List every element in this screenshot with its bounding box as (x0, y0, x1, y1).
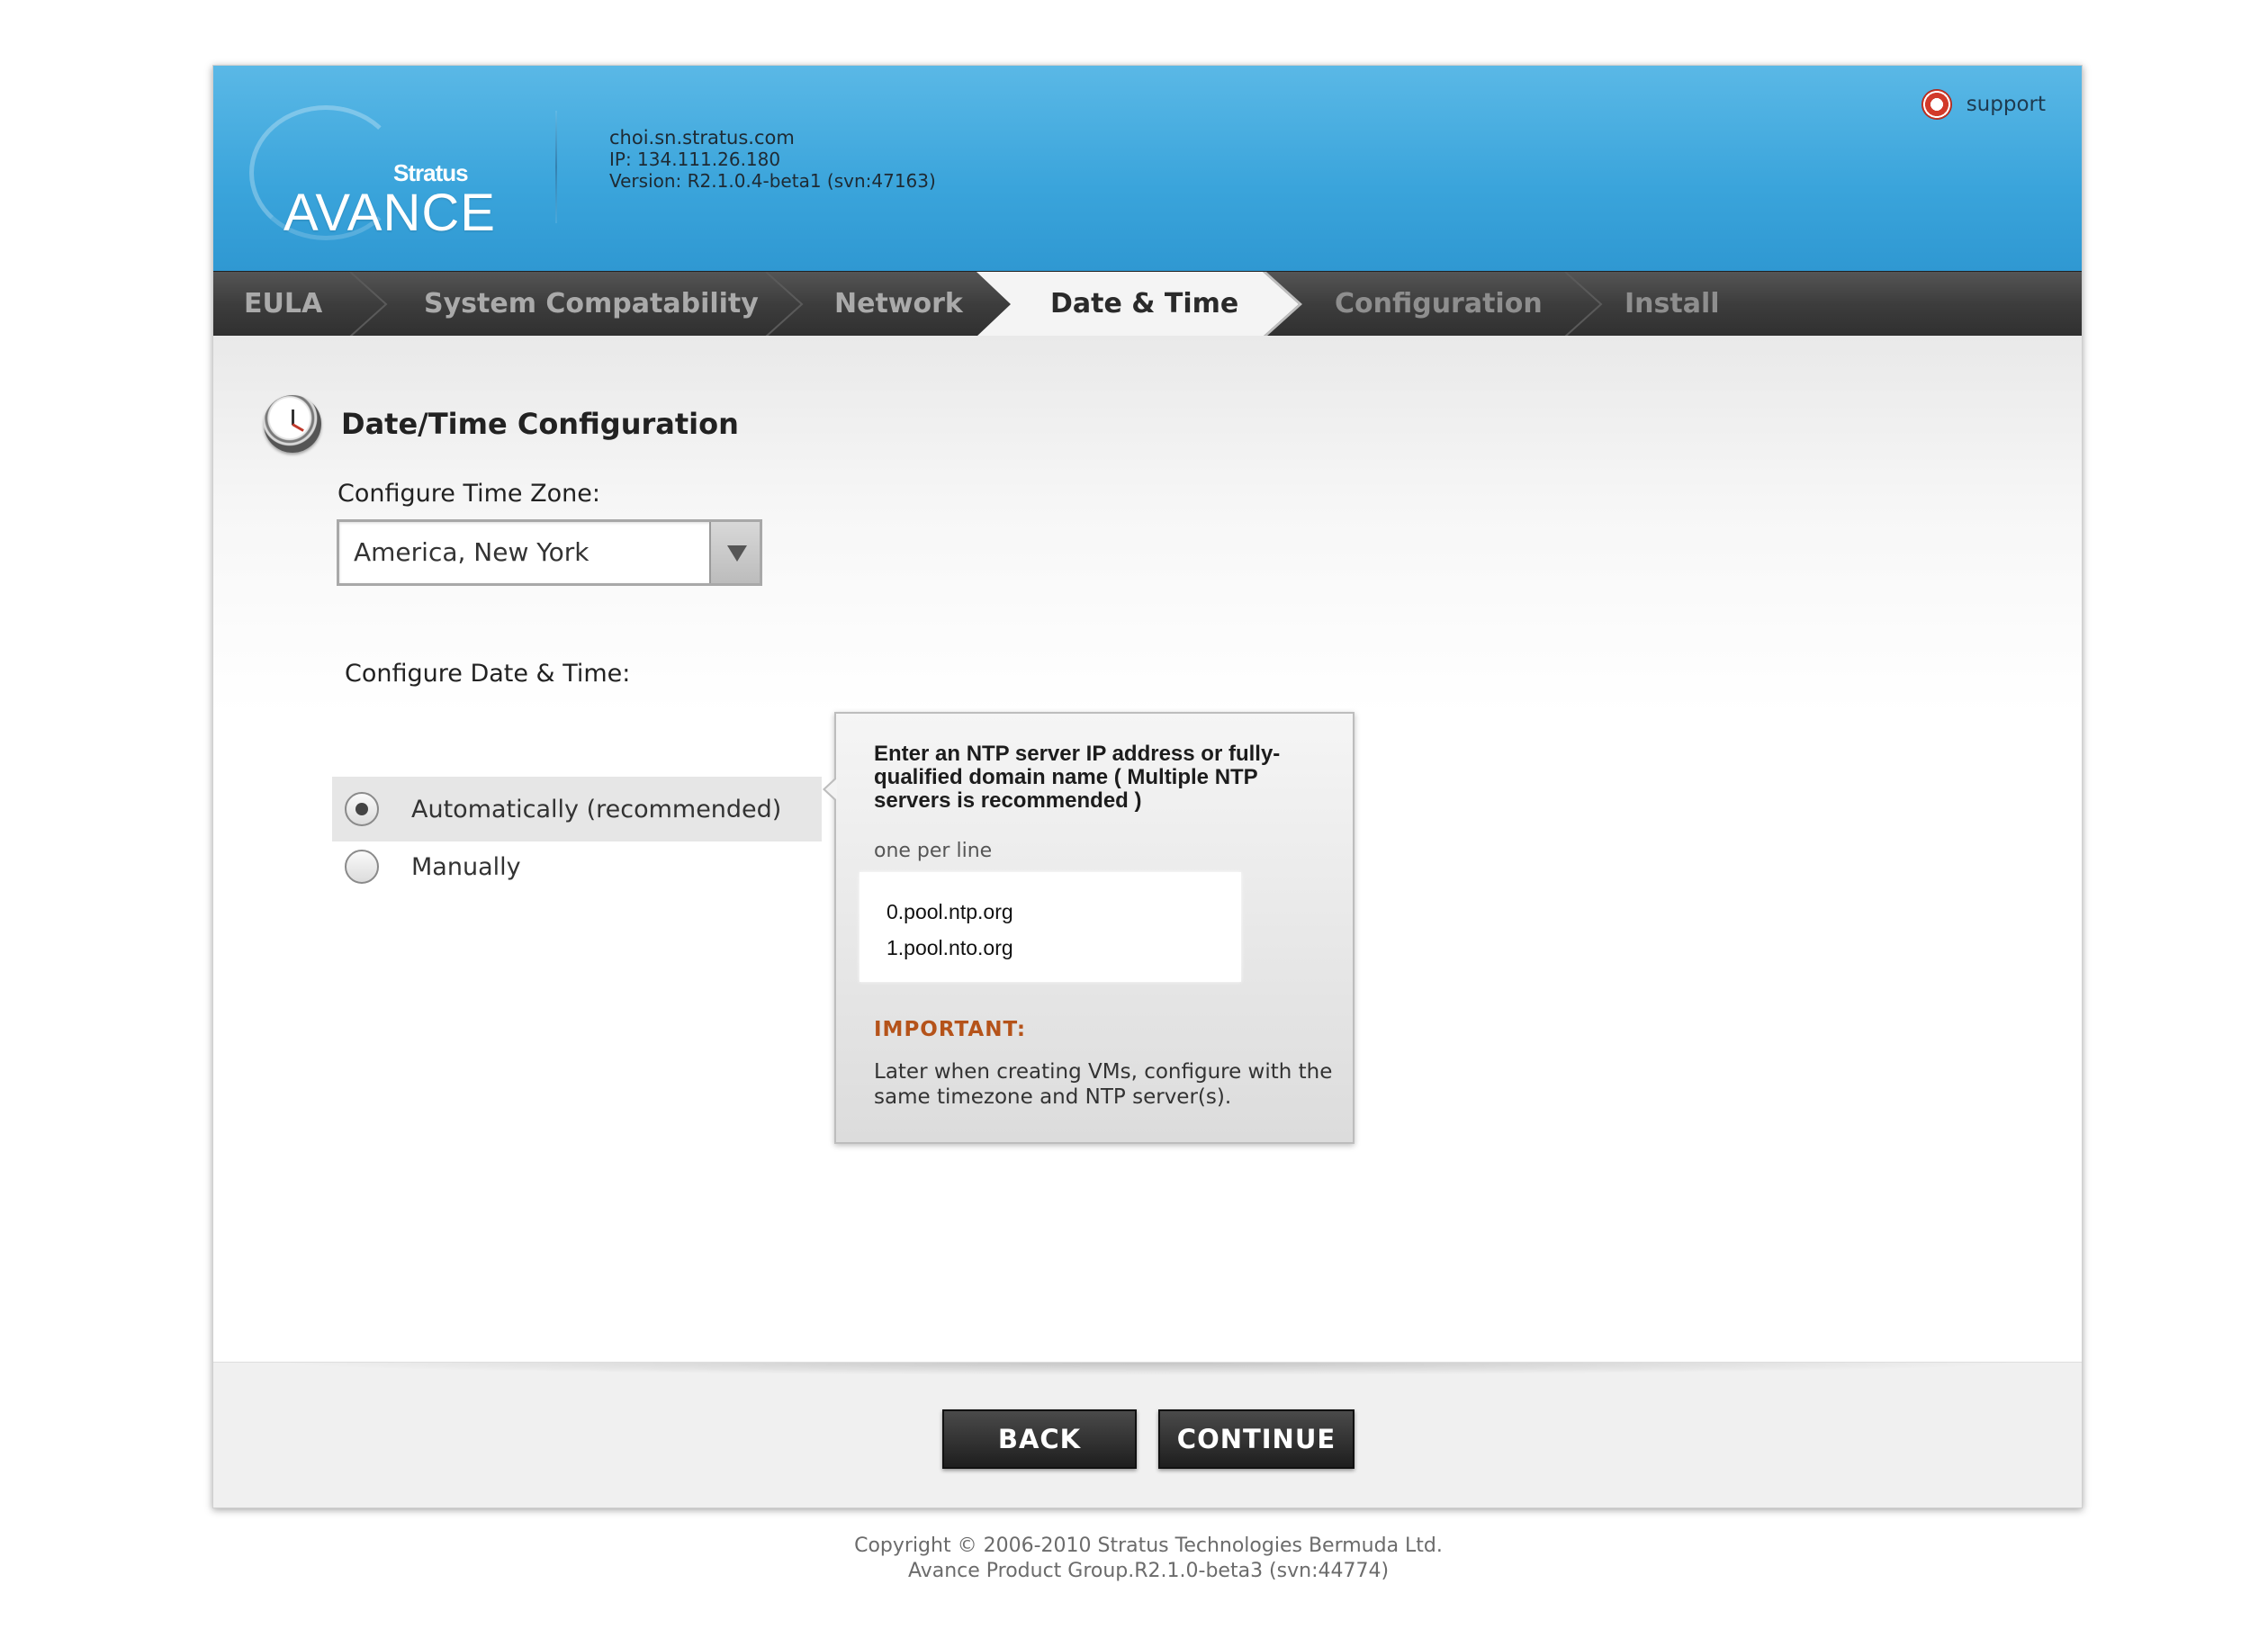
chevron-down-icon (727, 545, 747, 562)
ntp-server-line: 0.pool.ntp.org (886, 900, 1013, 923)
server-version: Version: R2.1.0.4-beta1 (svn:47163) (609, 170, 936, 192)
back-button[interactable]: BACK (942, 1409, 1137, 1469)
radio-manual-label: Manually (411, 852, 521, 881)
server-ip: IP: 134.111.26.180 (609, 148, 781, 170)
clock-icon (264, 395, 321, 453)
timezone-select[interactable]: America, New York (337, 519, 762, 586)
tab-date-time[interactable]: Date & Time (1050, 272, 1238, 337)
server-host: choi.sn.stratus.com (609, 127, 795, 148)
lifebuoy-icon (1921, 89, 1952, 120)
header-divider (555, 111, 557, 223)
step-separator (349, 272, 388, 337)
timezone-label: Configure Time Zone: (338, 480, 600, 508)
tab-network[interactable]: Network (834, 272, 963, 337)
step-separator (1564, 272, 1603, 337)
timezone-dropdown-button[interactable] (709, 522, 760, 583)
radio-button-unchecked[interactable] (345, 850, 379, 884)
timezone-value: America, New York (354, 537, 590, 567)
support-label: support (1966, 93, 2046, 116)
tab-eula[interactable]: EULA (244, 272, 322, 337)
tab-install[interactable]: Install (1624, 272, 1720, 337)
continue-button[interactable]: CONTINUE (1158, 1409, 1354, 1469)
content-panel: Date/Time Configuration Configure Time Z… (213, 336, 2082, 1426)
header: Stratus AVANCE choi.sn.stratus.com IP: 1… (213, 66, 2082, 271)
radio-button-checked[interactable] (345, 792, 379, 826)
radio-automatic[interactable]: Automatically (recommended) (332, 777, 822, 842)
support-link[interactable]: support (1921, 89, 2046, 120)
installer-window: Stratus AVANCE choi.sn.stratus.com IP: 1… (212, 65, 2083, 1508)
step-separator (765, 272, 804, 337)
page-title: Date/Time Configuration (341, 407, 739, 441)
important-label: IMPORTANT: (874, 1018, 1027, 1041)
important-note: Later when creating VMs, configure with … (874, 1060, 1333, 1109)
logo-avance-text: AVANCE (284, 184, 496, 242)
ntp-hint: one per line (874, 840, 993, 862)
wizard-steps: EULA System Compatability Network Date &… (213, 271, 2082, 337)
ntp-settings-panel: Enter an NTP server IP address or fully-… (823, 712, 1354, 1144)
ntp-servers-textarea[interactable]: 0.pool.ntp.org 1.pool.nto.org (860, 872, 1241, 982)
copyright: Copyright © 2006-2010 Stratus Technologi… (0, 1534, 2268, 1584)
copyright-line: Copyright © 2006-2010 Stratus Technologi… (854, 1534, 1443, 1557)
tab-system-compatability[interactable]: System Compatability (424, 272, 759, 337)
radio-manual[interactable]: Manually (332, 834, 822, 899)
datetime-label: Configure Date & Time: (345, 660, 631, 688)
server-info: choi.sn.stratus.com IP: 134.111.26.180 V… (609, 127, 936, 192)
radio-automatic-label: Automatically (recommended) (411, 795, 782, 824)
ntp-server-line: 1.pool.nto.org (886, 936, 1013, 959)
tab-configuration[interactable]: Configuration (1335, 272, 1543, 337)
product-version-line: Avance Product Group.R2.1.0-beta3 (svn:4… (907, 1560, 1390, 1582)
button-bar: BACK CONTINUE (213, 1362, 2082, 1508)
avance-logo: Stratus AVANCE (249, 102, 495, 246)
ntp-instructions: Enter an NTP server IP address or fully-… (874, 742, 1281, 813)
section-header: Date/Time Configuration (264, 395, 739, 453)
